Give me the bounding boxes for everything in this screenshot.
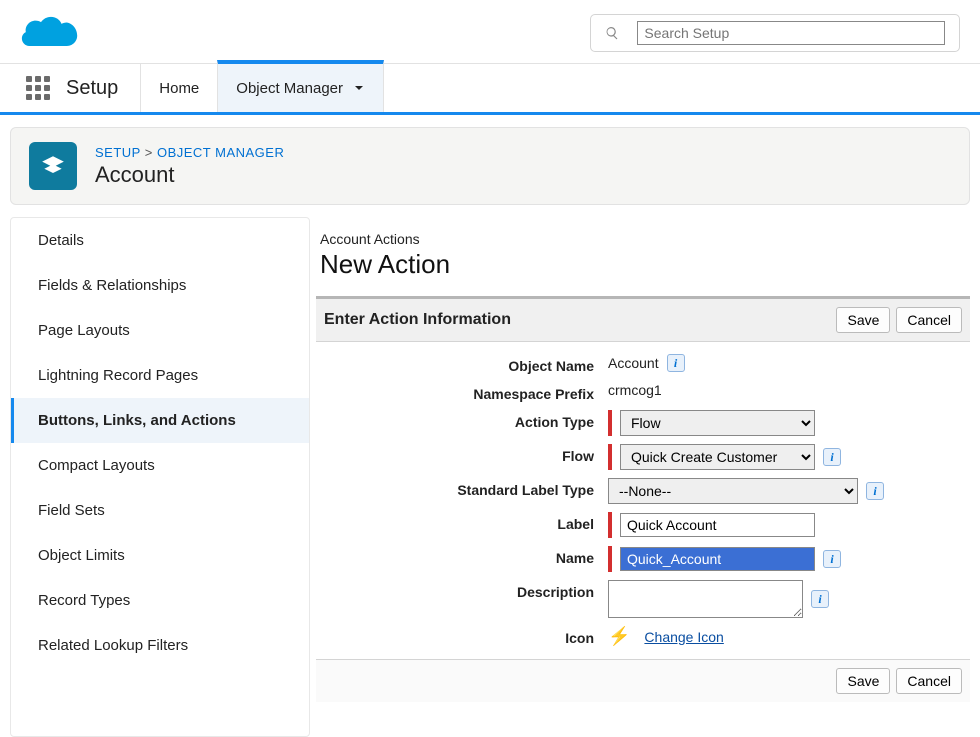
lightning-icon: ⚡ (608, 626, 630, 647)
breadcrumb-object-manager[interactable]: OBJECT MANAGER (157, 145, 284, 160)
sidebar-item-related-lookup-filters[interactable]: Related Lookup Filters (11, 623, 309, 668)
label-action-type: Action Type (328, 410, 608, 430)
cancel-button-bottom[interactable]: Cancel (896, 668, 962, 694)
save-button-bottom[interactable]: Save (836, 668, 890, 694)
value-namespace: crmcog1 (608, 382, 662, 398)
sidebar-item-compact-layouts[interactable]: Compact Layouts (11, 443, 309, 488)
cancel-button-top[interactable]: Cancel (896, 307, 962, 333)
input-label[interactable] (620, 513, 815, 537)
label-description: Description (328, 580, 608, 600)
app-title: Setup (66, 64, 140, 112)
tab-object-manager[interactable]: Object Manager (217, 60, 384, 112)
info-icon[interactable]: i (866, 482, 884, 500)
main-panel: Account Actions New Action Enter Action … (316, 217, 970, 737)
info-icon[interactable]: i (667, 354, 685, 372)
breadcrumb: SETUP > OBJECT MANAGER (95, 145, 284, 160)
sidebar-item-lightning-pages[interactable]: Lightning Record Pages (11, 353, 309, 398)
sidebar-item-page-layouts[interactable]: Page Layouts (11, 308, 309, 353)
page-title: Account (95, 162, 284, 188)
label-std-label-type: Standard Label Type (328, 478, 608, 498)
sidebar-item-record-types[interactable]: Record Types (11, 578, 309, 623)
input-name[interactable] (620, 547, 815, 571)
sidebar-item-fields[interactable]: Fields & Relationships (11, 263, 309, 308)
sidebar-item-field-sets[interactable]: Field Sets (11, 488, 309, 533)
info-icon[interactable]: i (823, 550, 841, 568)
section-title: Enter Action Information (324, 311, 830, 329)
breadcrumb-sep: > (145, 145, 153, 160)
required-indicator (608, 444, 612, 470)
required-indicator (608, 410, 612, 436)
sidebar-item-details[interactable]: Details (11, 218, 309, 263)
save-button-top[interactable]: Save (836, 307, 890, 333)
label-flow: Flow (328, 444, 608, 464)
textarea-description[interactable] (608, 580, 803, 618)
select-action-type[interactable]: Flow (620, 410, 815, 436)
label-namespace: Namespace Prefix (328, 382, 608, 402)
breadcrumb-setup[interactable]: SETUP (95, 145, 141, 160)
label-name: Name (328, 546, 608, 566)
select-flow[interactable]: Quick Create Customer (620, 444, 815, 470)
chevron-down-icon (353, 82, 365, 94)
sidebar-item-object-limits[interactable]: Object Limits (11, 533, 309, 578)
search-box[interactable] (590, 14, 960, 52)
object-icon (29, 142, 77, 190)
app-launcher-icon[interactable] (26, 76, 50, 100)
tab-home[interactable]: Home (140, 64, 217, 112)
change-icon-link[interactable]: Change Icon (644, 629, 723, 645)
value-object-name: Account (608, 355, 659, 371)
label-icon: Icon (328, 626, 608, 646)
page-header: SETUP > OBJECT MANAGER Account (10, 127, 970, 205)
sidebar: Details Fields & Relationships Page Layo… (10, 217, 310, 737)
search-icon (605, 25, 619, 41)
required-indicator (608, 546, 612, 572)
label-object-name: Object Name (328, 354, 608, 374)
label-label: Label (328, 512, 608, 532)
info-icon[interactable]: i (823, 448, 841, 466)
action-page-title: New Action (316, 249, 970, 280)
required-indicator (608, 512, 612, 538)
sidebar-item-buttons-links-actions[interactable]: Buttons, Links, and Actions (11, 398, 309, 443)
select-standard-label-type[interactable]: --None-- (608, 478, 858, 504)
search-input[interactable] (637, 21, 945, 45)
nav-bar: Setup Home Object Manager (0, 63, 980, 115)
salesforce-cloud-icon (20, 10, 80, 55)
subheading: Account Actions (316, 231, 970, 247)
info-icon[interactable]: i (811, 590, 829, 608)
tab-object-manager-label: Object Manager (236, 80, 343, 97)
